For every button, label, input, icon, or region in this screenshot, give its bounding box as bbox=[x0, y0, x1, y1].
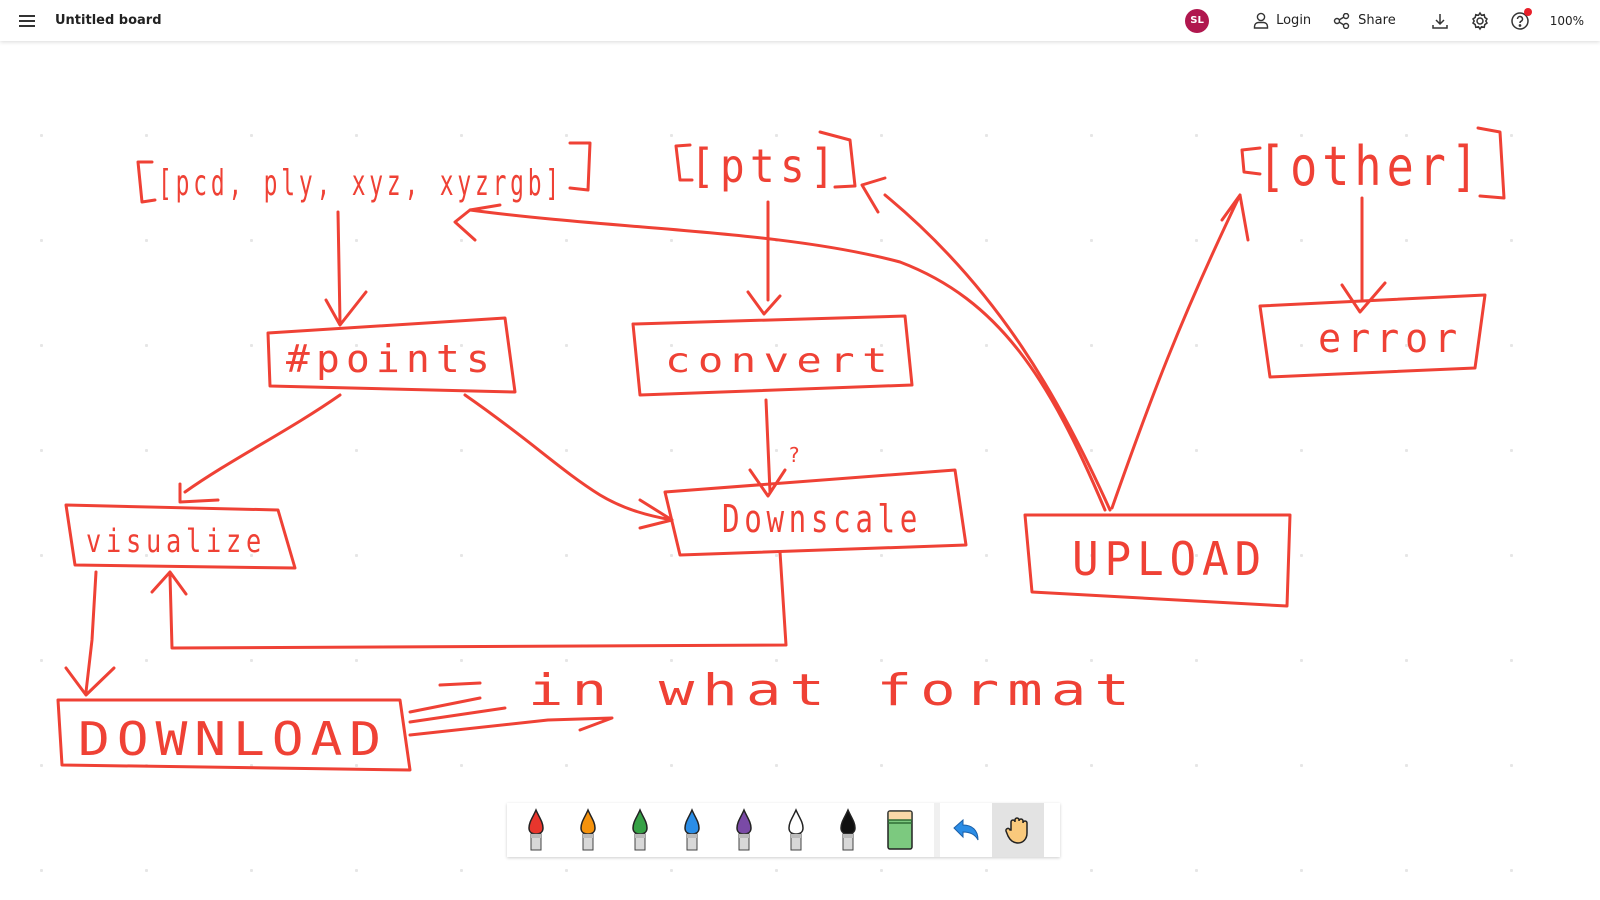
pen-purple-button[interactable] bbox=[718, 803, 770, 857]
text-other: [other] bbox=[1258, 135, 1483, 198]
eraser-button[interactable] bbox=[874, 803, 926, 857]
text-convert: convert bbox=[665, 341, 895, 381]
user-icon bbox=[1253, 12, 1269, 29]
gear-icon[interactable] bbox=[1470, 11, 1490, 31]
text-upload: UPLOAD bbox=[1072, 532, 1267, 586]
ink-toolbar bbox=[507, 803, 1060, 857]
pen-black-icon bbox=[840, 808, 856, 851]
text-question: ? bbox=[788, 443, 806, 467]
pen-green-button[interactable] bbox=[614, 803, 666, 857]
avatar[interactable]: SL bbox=[1185, 8, 1210, 33]
ink-text: [pcd, ply, xyz, xyzrgb] [pts] [other] #p… bbox=[78, 135, 1483, 766]
pen-black-button[interactable] bbox=[822, 803, 874, 857]
arrow-points-downscale bbox=[463, 393, 674, 530]
pen-red-button[interactable] bbox=[510, 803, 562, 857]
login-button[interactable]: Login bbox=[1253, 12, 1311, 29]
help-icon[interactable] bbox=[1510, 7, 1532, 31]
pen-orange-icon bbox=[580, 808, 596, 851]
undo-button[interactable] bbox=[940, 803, 992, 857]
arrow-other-error bbox=[1340, 196, 1387, 314]
text-points: #points bbox=[286, 337, 496, 381]
arrow-upload-pts bbox=[860, 176, 1112, 512]
pen-purple-icon bbox=[736, 808, 752, 851]
arrow-visualize-download bbox=[64, 570, 116, 697]
pen-red-icon bbox=[528, 808, 544, 851]
whiteboard-canvas[interactable]: [pcd, ply, xyz, xyzrgb] [pts] [other] #p… bbox=[0, 41, 1600, 900]
zoom-level[interactable]: 100% bbox=[1550, 14, 1584, 28]
pen-blue-button[interactable] bbox=[666, 803, 718, 857]
download-icon[interactable] bbox=[1430, 11, 1450, 31]
text-downscale: Downscale bbox=[722, 497, 922, 541]
board-title[interactable]: Untitled board bbox=[55, 13, 162, 28]
notification-dot bbox=[1523, 7, 1532, 16]
pen-green-icon bbox=[632, 808, 648, 851]
arrow-convert-downscale bbox=[748, 398, 787, 498]
pen-white-icon bbox=[788, 808, 804, 851]
login-label: Login bbox=[1276, 13, 1312, 28]
arrow-points-visualize bbox=[178, 393, 342, 504]
top-bar: Untitled board SL Login Share 100% bbox=[0, 0, 1600, 41]
text-error: error bbox=[1318, 316, 1463, 362]
menu-icon[interactable] bbox=[19, 12, 35, 30]
share-button[interactable]: Share bbox=[1333, 12, 1396, 29]
hand-tool-button[interactable] bbox=[992, 803, 1044, 857]
pen-white-button[interactable] bbox=[770, 803, 822, 857]
pen-blue-icon bbox=[684, 808, 700, 851]
arrow-formats-points bbox=[324, 210, 368, 327]
text-in-what-format: in what format bbox=[528, 665, 1138, 716]
hand-icon bbox=[1005, 817, 1028, 844]
share-icon bbox=[1333, 12, 1350, 29]
pen-orange-button[interactable] bbox=[562, 803, 614, 857]
eraser-icon bbox=[887, 810, 913, 850]
share-label: Share bbox=[1358, 13, 1396, 28]
ink-arrows bbox=[64, 176, 1387, 737]
arrow-upload-other bbox=[1110, 193, 1250, 510]
text-formats: [pcd, ply, xyz, xyzrgb] bbox=[158, 163, 563, 204]
text-download: DOWNLOAD bbox=[78, 712, 388, 766]
text-pts: [pts] bbox=[690, 139, 840, 193]
text-visualize: visualize bbox=[86, 522, 266, 560]
arrow-pts-convert bbox=[746, 200, 782, 316]
undo-icon bbox=[953, 819, 979, 841]
